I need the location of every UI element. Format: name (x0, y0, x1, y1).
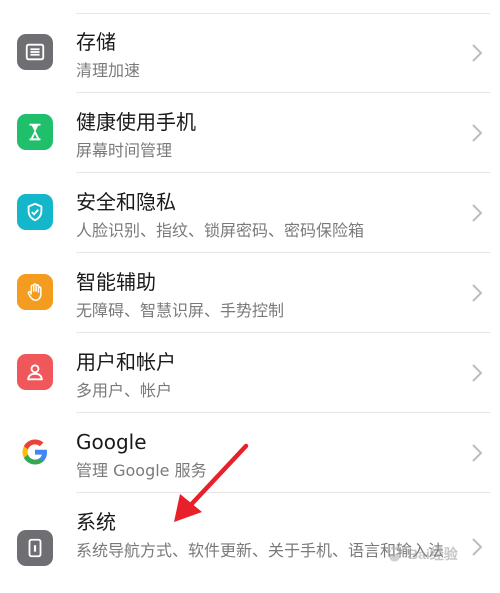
item-subtitle: 人脸识别、指纹、锁屏密码、密码保险箱 (76, 221, 365, 240)
settings-item-security-privacy[interactable]: 安全和隐私 人脸识别、指纹、锁屏密码、密码保险箱 (0, 173, 500, 253)
item-title: 健康使用手机 (76, 110, 196, 134)
item-subtitle: 管理 Google 服务 (76, 461, 207, 480)
user-icon (17, 354, 53, 390)
item-title: 用户和帐户 (76, 350, 176, 374)
baidu-paw-icon (387, 546, 402, 562)
chevron-right-icon (472, 204, 483, 222)
chevron-right-icon (472, 284, 483, 302)
watermark: Bai经验 (384, 532, 500, 576)
hand-icon (17, 274, 53, 310)
phone-icon (17, 530, 53, 566)
settings-item-users-accounts[interactable]: 用户和帐户 多用户、帐户 (0, 333, 500, 413)
shield-icon (17, 194, 53, 230)
item-subtitle: 清理加速 (76, 61, 141, 80)
settings-item-digital-balance[interactable]: 健康使用手机 屏幕时间管理 (0, 93, 500, 173)
item-title: 系统 (76, 510, 116, 534)
google-icon (17, 434, 53, 470)
chevron-right-icon (472, 444, 483, 462)
storage-icon (17, 34, 53, 70)
settings-item-google[interactable]: Google 管理 Google 服务 (0, 413, 500, 493)
item-subtitle: 多用户、帐户 (76, 381, 173, 400)
item-title: 智能辅助 (76, 270, 156, 294)
settings-list: 存储 清理加速 健康使用手机 屏幕时间管理 安全和隐私 人脸识别、指纹、锁屏密码… (0, 13, 500, 593)
hourglass-icon (17, 114, 53, 150)
chevron-right-icon (472, 124, 483, 142)
chevron-right-icon (472, 364, 483, 382)
item-title: 安全和隐私 (76, 190, 176, 214)
item-title: 存储 (76, 30, 116, 54)
item-subtitle: 无障碍、智慧识屏、手势控制 (76, 301, 285, 320)
item-subtitle: 屏幕时间管理 (76, 141, 173, 160)
settings-item-storage[interactable]: 存储 清理加速 (0, 13, 500, 93)
settings-item-accessibility[interactable]: 智能辅助 无障碍、智慧识屏、手势控制 (0, 253, 500, 333)
chevron-right-icon (472, 44, 483, 62)
item-title: Google (76, 430, 147, 454)
watermark-text: Bai经验 (408, 546, 458, 562)
